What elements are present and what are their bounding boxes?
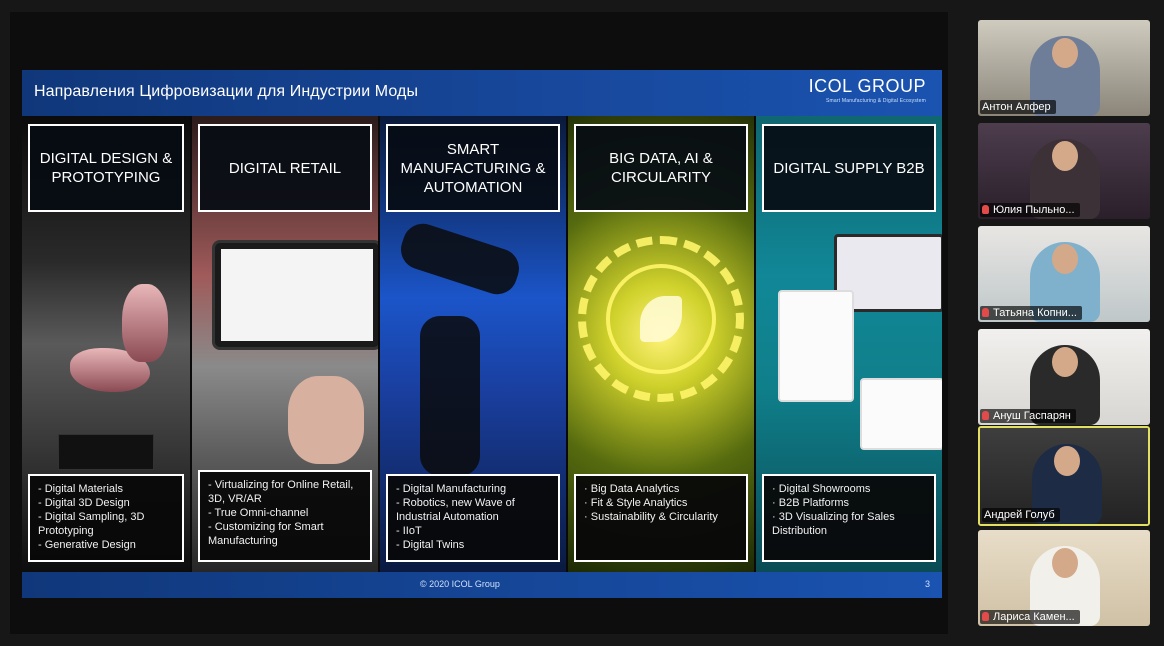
participant-name-tag: Татьяна Копни... — [980, 306, 1082, 320]
participant-tile[interactable]: Ануш Гаспарян — [978, 329, 1150, 425]
column-digital-design: DIGITAL DESIGN & PROTOTYPING Digital Mat… — [22, 116, 190, 572]
column-digital-supply: DIGITAL SUPPLY B2B Digital Showrooms B2B… — [756, 116, 942, 572]
mic-muted-icon — [982, 205, 989, 214]
slide-footer: © 2020 ICOL Group 3 — [22, 572, 942, 598]
participant-head — [1052, 141, 1078, 171]
mic-muted-icon — [982, 411, 989, 420]
column-list: Digital Manufacturing Robotics, new Wave… — [386, 474, 560, 562]
column-title: BIG DATA, AI & CIRCULARITY — [574, 124, 748, 212]
participant-name: Ануш Гаспарян — [993, 410, 1071, 422]
list-item: Digital Materials — [38, 482, 174, 496]
participant-tile[interactable]: Лариса Камен... — [978, 530, 1150, 626]
list-item: Robotics, new Wave of Industrial Automat… — [396, 496, 550, 524]
mic-muted-icon — [982, 308, 989, 317]
product-grid-image — [778, 290, 854, 402]
participant-name: Андрей Голуб — [982, 508, 1060, 522]
column-list: Virtualizing for Online Retail, 3D, VR/A… — [198, 470, 372, 562]
column-title: DIGITAL RETAIL — [198, 124, 372, 212]
participant-name-tag: Ануш Гаспарян — [980, 409, 1076, 423]
list-item: Virtualizing for Online Retail, 3D, VR/A… — [208, 478, 362, 506]
robot-arm-image — [420, 316, 480, 476]
screen-share-area: Направления Цифровизации для Индустрии М… — [10, 12, 948, 634]
list-item: Fit & Style Analytics — [584, 496, 738, 510]
brand-tagline: Smart Manufacturing & Digital Ecosystem — [825, 98, 926, 104]
mic-muted-icon — [982, 612, 989, 621]
column-digital-retail: DIGITAL RETAIL Virtualizing for Online R… — [192, 116, 378, 572]
column-big-data: BIG DATA, AI & CIRCULARITY Big Data Anal… — [568, 116, 754, 572]
list-item: Generative Design — [38, 538, 174, 552]
list-item: Digital Manufacturing — [396, 482, 550, 496]
list-item: Digital Showrooms — [772, 482, 926, 496]
participant-name: Татьяна Копни... — [993, 307, 1077, 319]
participant-name: Антон Алфер — [980, 100, 1056, 114]
column-smart-manufacturing: SMART MANUFACTURING & AUTOMATION Digital… — [380, 116, 566, 572]
software-screenshot — [58, 434, 154, 470]
presentation-slide: Направления Цифровизации для Индустрии М… — [22, 70, 942, 598]
column-list: Big Data Analytics Fit & Style Analytics… — [574, 474, 748, 562]
video-call-window: Направления Цифровизации для Индустрии М… — [0, 0, 1164, 646]
participant-tile[interactable]: Антон Алфер — [978, 20, 1150, 116]
brand-logo: ICOL GROUP Smart Manufacturing & Digital… — [809, 76, 926, 104]
participant-name-tag: Юлия Пыльно... — [980, 203, 1080, 217]
participant-tile[interactable]: Юлия Пыльно... — [978, 123, 1150, 219]
list-item: Digital Twins — [396, 538, 550, 552]
participant-tile-active[interactable]: Андрей Голуб — [978, 426, 1150, 526]
participant-head — [1052, 244, 1078, 274]
list-item: Sustainability & Circularity — [584, 510, 738, 524]
slide-header: Направления Цифровизации для Индустрии М… — [22, 70, 942, 116]
column-title: DIGITAL SUPPLY B2B — [762, 124, 936, 212]
list-item: Digital Sampling, 3D Prototyping — [38, 510, 174, 538]
participant-name-tag: Лариса Камен... — [980, 610, 1080, 624]
list-item: Customizing for Smart Manufacturing — [208, 520, 362, 548]
participant-name: Лариса Камен... — [993, 611, 1075, 623]
list-item: True Omni-channel — [208, 506, 362, 520]
participant-name: Юлия Пыльно... — [993, 204, 1075, 216]
column-list: Digital Showrooms B2B Platforms 3D Visua… — [762, 474, 936, 562]
participant-head — [1052, 548, 1078, 578]
column-list: Digital Materials Digital 3D Design Digi… — [28, 474, 184, 562]
participant-head — [1052, 347, 1078, 377]
product-page-image — [860, 378, 942, 450]
slide-title: Направления Цифровизации для Индустрии М… — [34, 83, 419, 100]
list-item: Big Data Analytics — [584, 482, 738, 496]
list-item: Digital 3D Design — [38, 496, 174, 510]
brand-name: ICOL GROUP — [808, 76, 926, 96]
tablet-image — [212, 240, 378, 350]
slide-columns: DIGITAL DESIGN & PROTOTYPING Digital Mat… — [22, 116, 942, 572]
participant-tile[interactable]: Татьяна Копни... — [978, 226, 1150, 322]
slide-page-number: 3 — [924, 579, 930, 589]
tablet-screen — [221, 249, 373, 341]
hand-image — [288, 376, 364, 464]
participant-head — [1052, 38, 1078, 68]
sneaker-image — [122, 284, 168, 362]
participant-head — [1054, 446, 1080, 476]
slide-copyright: © 2020 ICOL Group — [420, 579, 500, 589]
list-item: 3D Visualizing for Sales Distribution — [772, 510, 926, 538]
column-title: SMART MANUFACTURING & AUTOMATION — [386, 124, 560, 212]
column-title: DIGITAL DESIGN & PROTOTYPING — [28, 124, 184, 212]
list-item: IIoT — [396, 524, 550, 538]
robot-arm-image — [395, 218, 525, 300]
list-item: B2B Platforms — [772, 496, 926, 510]
